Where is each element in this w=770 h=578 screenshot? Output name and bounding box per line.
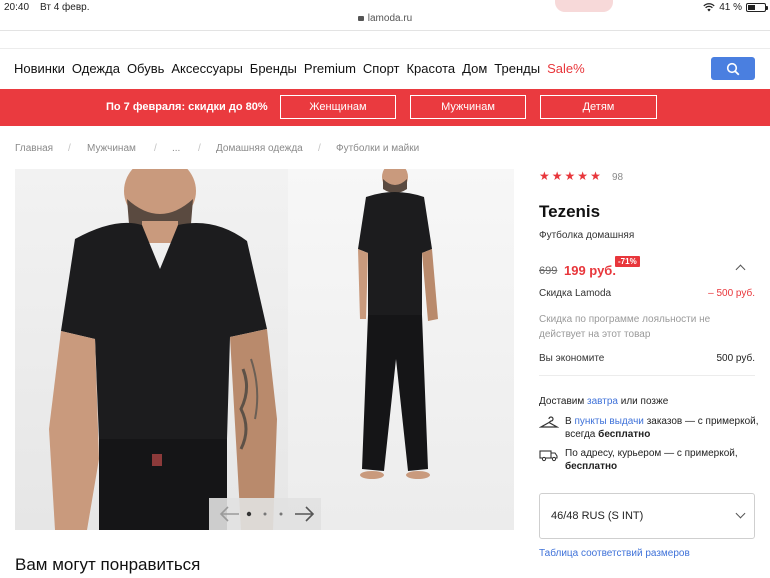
promo-banner: По 7 февраля: скидки до 80% Женщинам Муж… <box>0 89 770 126</box>
size-select[interactable]: 46/48 RUS (S INT) <box>539 493 755 539</box>
status-date: Вт 4 февр. <box>40 2 90 13</box>
gallery-dot-active <box>246 511 252 517</box>
size-select-value: 46/48 RUS (S INT) <box>551 510 644 522</box>
chevron-up-icon[interactable] <box>735 264 746 275</box>
promo-text: По 7 февраля: скидки до 80% <box>106 101 268 113</box>
size-table-link[interactable]: Таблица соответствий размеров <box>539 548 690 559</box>
status-right: 41 % <box>703 2 768 13</box>
breadcrumb-separator: / <box>198 143 201 154</box>
wifi-icon <box>703 3 715 12</box>
star-icon: ★ <box>539 169 550 183</box>
product-photo-closeup <box>15 169 288 530</box>
star-icon: ★ <box>564 169 576 183</box>
lamoda-discount-label: Скидка Lamoda <box>539 288 612 299</box>
breadcrumb-men[interactable]: Мужчинам <box>87 143 136 154</box>
nav-item-trends[interactable]: Тренды <box>494 61 540 76</box>
product-brand[interactable]: Tezenis <box>539 202 600 222</box>
url-text: lamoda.ru <box>367 13 413 24</box>
nav-item-sport[interactable]: Спорт <box>363 61 400 76</box>
search-icon <box>726 62 740 75</box>
recommendations-title: Вам могут понравиться <box>15 555 201 574</box>
search-button[interactable] <box>711 57 755 80</box>
arrow-left-icon[interactable] <box>219 506 239 522</box>
courier-text: По адресу, курьером — с примеркой, <box>565 448 738 459</box>
battery-percent: 41 % <box>719 2 742 13</box>
promo-women-button[interactable]: Женщинам <box>280 95 396 119</box>
browser-divider <box>0 30 770 31</box>
product-name: Футболка домашняя <box>539 230 635 241</box>
truck-icon <box>539 450 558 462</box>
breadcrumb-homewear[interactable]: Домашняя одежда <box>216 143 303 154</box>
gallery-dot <box>279 512 283 516</box>
loyalty-note: Скидка по программе лояльности не действ… <box>539 314 711 340</box>
star-icon: ★ <box>551 169 563 183</box>
battery-icon <box>746 3 768 12</box>
nav-item-clothes[interactable]: Одежда <box>72 61 120 76</box>
rating-count[interactable]: 98 <box>612 172 623 183</box>
pickup-prefix: В <box>565 416 572 427</box>
breadcrumb-separator: / <box>318 143 321 154</box>
nav-item-sale[interactable]: Sale% <box>547 61 585 76</box>
nav-divider <box>0 48 770 49</box>
product-gallery[interactable] <box>15 169 514 530</box>
nav-item-shoes[interactable]: Обувь <box>127 61 164 76</box>
nav-item-brands[interactable]: Бренды <box>250 61 297 76</box>
gallery-dot <box>263 512 267 516</box>
nav-item-accessories[interactable]: Аксессуары <box>171 61 242 76</box>
lamoda-discount-value: – 500 руб. <box>708 288 755 299</box>
divider <box>539 375 755 376</box>
nav-item-premium[interactable]: Premium <box>304 61 356 76</box>
nav-item-home[interactable]: Дом <box>462 61 487 76</box>
courier-option: По адресу, курьером — с примеркой, беспл… <box>539 447 759 477</box>
savings-value: 500 руб. <box>716 353 755 364</box>
product-photo-full <box>288 169 514 530</box>
status-time: 20:40 <box>4 2 30 13</box>
nav-item-beauty[interactable]: Красота <box>406 61 455 76</box>
lock-icon <box>357 16 364 21</box>
breadcrumb-separator: / <box>154 143 157 154</box>
star-icon: ★ <box>590 169 601 183</box>
promo-men-button[interactable]: Мужчинам <box>410 95 526 119</box>
pickup-points-link[interactable]: пункты выдачи <box>574 416 643 427</box>
discount-badge: -71% <box>615 256 640 267</box>
delivery-suffix: или позже <box>620 396 669 407</box>
breadcrumb-separator: / <box>68 143 71 154</box>
nav-item-new[interactable]: Новинки <box>14 61 65 76</box>
rating-stars[interactable]: ★ ★ ★ ★ ★ <box>539 170 601 182</box>
pickup-option: В пункты выдачи заказов — с примеркой, в… <box>539 415 759 445</box>
hanger-icon <box>539 416 559 428</box>
star-icon: ★ <box>577 169 589 183</box>
delivery-date-link[interactable]: завтра <box>587 396 618 407</box>
old-price: 699 <box>539 265 558 277</box>
pickup-free: бесплатно <box>598 429 651 440</box>
breadcrumb-tshirts[interactable]: Футболки и майки <box>336 143 419 154</box>
new-price: 199 руб. <box>564 263 616 278</box>
main-nav: Новинки Одежда Обувь Аксессуары Бренды P… <box>14 61 592 76</box>
promo-kids-button[interactable]: Детям <box>540 95 657 119</box>
delivery-summary: Доставим завтра или позже <box>539 396 668 407</box>
delivery-prefix: Доставим <box>539 396 585 407</box>
breadcrumb-home[interactable]: Главная <box>15 143 53 154</box>
savings-label: Вы экономите <box>539 353 605 364</box>
arrow-right-icon[interactable] <box>295 506 315 522</box>
breadcrumb-more[interactable]: ... <box>172 143 180 154</box>
gallery-controls <box>209 498 321 530</box>
address-bar[interactable]: lamoda.ru <box>0 13 770 24</box>
chevron-down-icon <box>735 508 746 519</box>
courier-free: бесплатно <box>565 461 618 472</box>
